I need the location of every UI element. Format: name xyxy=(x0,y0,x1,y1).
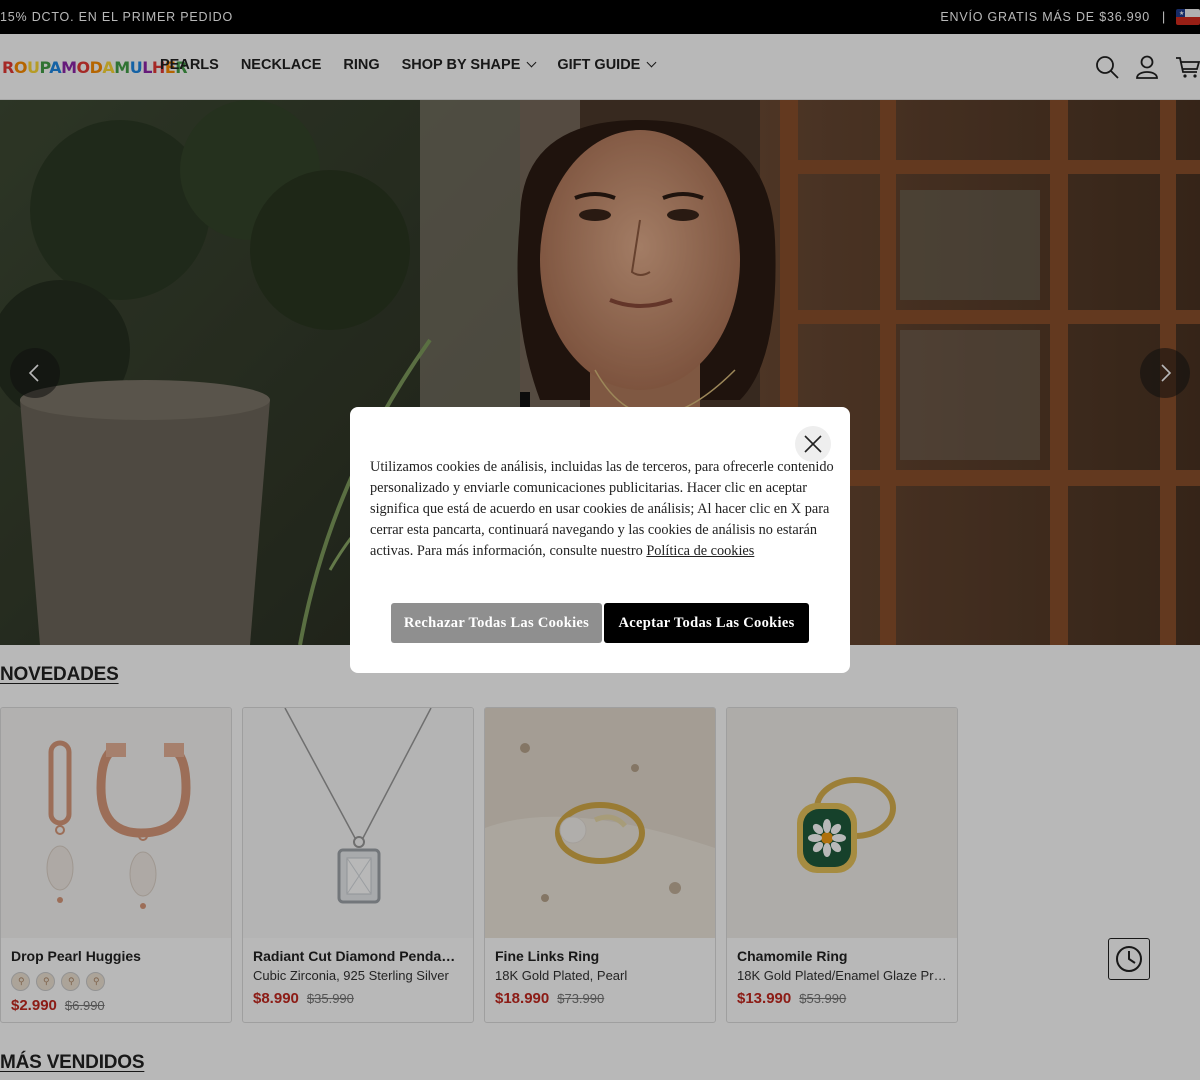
cookie-policy-link[interactable]: Política de cookies xyxy=(646,543,754,559)
page: 15% DCTO. EN EL PRIMER PEDIDO ENVÍO GRAT… xyxy=(0,0,1200,1080)
reject-cookies-button[interactable]: Rechazar Todas Las Cookies xyxy=(391,603,602,643)
cookie-consent-modal: Utilizamos cookies de análisis, incluida… xyxy=(350,407,850,673)
accept-cookies-button[interactable]: Aceptar Todas Las Cookies xyxy=(604,603,809,643)
close-icon xyxy=(804,435,822,453)
cookie-message-text: Utilizamos cookies de análisis, incluida… xyxy=(370,459,834,559)
cookie-message: Utilizamos cookies de análisis, incluida… xyxy=(370,457,834,562)
